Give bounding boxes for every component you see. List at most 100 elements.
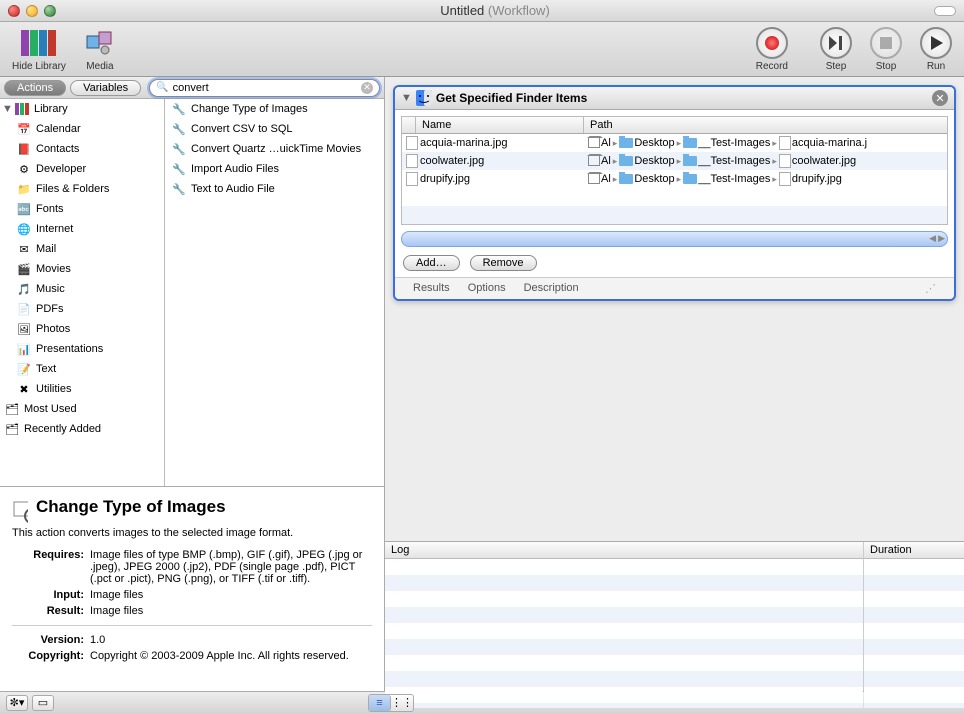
disclosure-triangle-icon[interactable]: ▼ — [401, 92, 412, 104]
action-item[interactable]: 🔧Convert Quartz …uickTime Movies — [165, 139, 384, 159]
close-window-button[interactable] — [8, 5, 20, 17]
library-item-pdfs[interactable]: 📄PDFs — [0, 299, 164, 319]
file-icon — [406, 154, 418, 168]
log-panel: Log Duration — [385, 541, 964, 691]
search-input[interactable] — [169, 82, 361, 94]
scroll-right-icon[interactable]: ▶ — [938, 233, 945, 244]
tab-actions[interactable]: Actions — [4, 80, 66, 96]
tab-variables[interactable]: Variables — [70, 80, 141, 96]
table-row[interactable]: acquia-marina.jpg Al▸ Desktop▸ __Test-Im… — [402, 134, 947, 152]
toolbar-toggle-pill[interactable] — [934, 6, 956, 16]
collapse-icon: ▭ — [38, 696, 48, 709]
workflow-canvas[interactable]: ▼ Get Specified Finder Items ✕ Name Path… — [385, 77, 964, 541]
action-item[interactable]: 🔧Change Type of Images — [165, 99, 384, 119]
add-button[interactable]: Add… — [403, 255, 460, 271]
resize-grip-icon[interactable]: ⋰ — [925, 282, 936, 295]
folder-icon — [683, 156, 697, 166]
detail-title: Change Type of Images — [36, 497, 226, 517]
action-icon: 🔧 — [171, 121, 187, 137]
library-item-mail[interactable]: ✉Mail — [0, 239, 164, 259]
category-icon: 🎵 — [16, 281, 32, 297]
action-item[interactable]: 🔧Import Audio Files — [165, 159, 384, 179]
column-header-duration[interactable]: Duration — [864, 542, 964, 559]
column-header-name[interactable]: Name — [416, 117, 584, 133]
smart-folder-icon: 🗂 — [4, 401, 20, 417]
category-icon: 🎬 — [16, 261, 32, 277]
flow-icon: ⋮⋮ — [391, 696, 413, 709]
library-item-internet[interactable]: 🌐Internet — [0, 219, 164, 239]
action-icon: 🔧 — [171, 101, 187, 117]
smart-folder-icon: 🗂 — [4, 421, 20, 437]
library-item-presentations[interactable]: 📊Presentations — [0, 339, 164, 359]
minimize-window-button[interactable] — [26, 5, 38, 17]
category-icon: 📅 — [16, 121, 32, 137]
library-item-utilities[interactable]: ✖Utilities — [0, 379, 164, 399]
home-icon — [588, 156, 600, 166]
clear-search-icon[interactable]: ✕ — [361, 82, 373, 94]
gear-icon: ✼▾ — [10, 696, 25, 709]
action-list[interactable]: 🔧Change Type of Images🔧Convert CSV to SQ… — [165, 99, 384, 486]
view-toggle-button[interactable]: ▭ — [32, 695, 54, 711]
tab-description[interactable]: Description — [524, 282, 579, 295]
library-item-most-used[interactable]: 🗂Most Used — [0, 399, 164, 419]
folder-icon — [619, 174, 633, 184]
table-row[interactable]: coolwater.jpg Al▸ Desktop▸ __Test-Images… — [402, 152, 947, 170]
library-root[interactable]: ▼Library — [0, 99, 164, 119]
category-icon: 🖼 — [16, 321, 32, 337]
file-table[interactable]: Name Path acquia-marina.jpg Al▸ Desktop▸… — [401, 116, 948, 225]
close-icon[interactable]: ✕ — [932, 90, 948, 106]
media-button[interactable]: Media — [84, 27, 116, 72]
tab-results[interactable]: Results — [413, 282, 450, 295]
action-detail-panel: Change Type of Images This action conver… — [0, 486, 384, 691]
view-list-button[interactable]: ≡ — [369, 695, 391, 711]
action-icon: 🔧 — [171, 181, 187, 197]
scroll-left-icon[interactable]: ◀ — [929, 233, 936, 244]
record-button[interactable]: Record — [756, 27, 788, 72]
category-icon: ⚙ — [16, 161, 32, 177]
category-icon: 🌐 — [16, 221, 32, 237]
action-item[interactable]: 🔧Text to Audio File — [165, 179, 384, 199]
library-item-calendar[interactable]: 📅Calendar — [0, 119, 164, 139]
list-icon: ≡ — [376, 697, 382, 709]
library-item-music[interactable]: 🎵Music — [0, 279, 164, 299]
home-icon — [588, 174, 600, 184]
window-title: Untitled (Workflow) — [56, 3, 934, 18]
hide-library-button[interactable]: Hide Library — [12, 27, 66, 72]
library-tree[interactable]: ▼Library📅Calendar📕Contacts⚙Developer📁Fil… — [0, 99, 165, 486]
remove-button[interactable]: Remove — [470, 255, 537, 271]
horizontal-scrollbar[interactable]: ◀ ▶ — [401, 231, 948, 247]
step-button[interactable]: Step — [820, 27, 852, 72]
category-icon: ✉ — [16, 241, 32, 257]
table-row[interactable]: drupify.jpg Al▸ Desktop▸ __Test-Images▸ … — [402, 170, 947, 188]
library-item-contacts[interactable]: 📕Contacts — [0, 139, 164, 159]
gear-menu-button[interactable]: ✼▾ — [6, 695, 28, 711]
view-flow-button[interactable]: ⋮⋮ — [391, 695, 413, 711]
library-item-files-folders[interactable]: 📁Files & Folders — [0, 179, 164, 199]
zoom-window-button[interactable] — [44, 5, 56, 17]
card-title: Get Specified Finder Items — [436, 91, 587, 105]
category-icon: 🔤 — [16, 201, 32, 217]
library-item-fonts[interactable]: 🔤Fonts — [0, 199, 164, 219]
library-item-movies[interactable]: 🎬Movies — [0, 259, 164, 279]
run-button[interactable]: Run — [920, 27, 952, 72]
preview-app-icon — [12, 502, 28, 518]
file-icon — [406, 172, 418, 186]
library-item-photos[interactable]: 🖼Photos — [0, 319, 164, 339]
folder-icon — [619, 156, 633, 166]
home-icon — [588, 138, 600, 148]
finder-icon — [416, 90, 432, 106]
action-icon: 🔧 — [171, 161, 187, 177]
folder-icon — [683, 138, 697, 148]
search-field[interactable]: 🔍 ✕ — [149, 79, 380, 97]
folder-icon — [619, 138, 633, 148]
category-icon: 📄 — [16, 301, 32, 317]
category-icon: 📊 — [16, 341, 32, 357]
column-header-path[interactable]: Path — [584, 117, 947, 133]
library-item-recently-added[interactable]: 🗂Recently Added — [0, 419, 164, 439]
tab-options[interactable]: Options — [468, 282, 506, 295]
action-item[interactable]: 🔧Convert CSV to SQL — [165, 119, 384, 139]
library-item-developer[interactable]: ⚙Developer — [0, 159, 164, 179]
column-header-log[interactable]: Log — [385, 542, 863, 559]
stop-button[interactable]: Stop — [870, 27, 902, 72]
library-item-text[interactable]: 📝Text — [0, 359, 164, 379]
